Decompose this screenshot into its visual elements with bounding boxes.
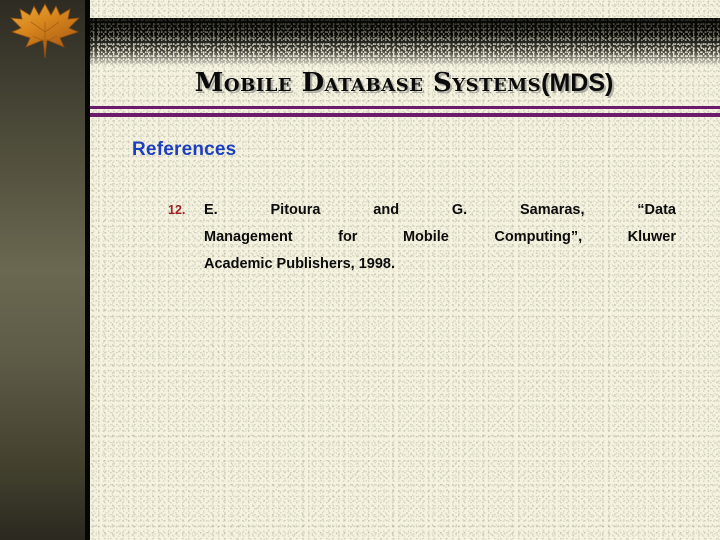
sidebar-panel [0,0,85,540]
divider-rule-upper [88,106,720,109]
maple-leaf-icon [8,2,82,60]
reference-line-1: E. Pitoura and G. Samaras, “Data [204,202,676,218]
presentation-slide: Mobile Database Systems(MDS) References … [0,0,720,540]
slide-title: Mobile Database Systems(MDS) [88,66,720,100]
reference-line-2: Management for Mobile Computing”, Kluwer [204,229,676,245]
slide-content: References 12. E. Pitoura and G. Samaras… [90,117,720,540]
section-heading-references: References [132,139,237,160]
reference-line-3: Academic Publishers, 1998. [204,256,396,272]
divider-rule-lower [88,113,720,117]
header-texture-band [88,18,720,64]
sidebar-edge-divider [85,0,90,540]
list-item: 12. E. Pitoura and G. Samaras, “Data Man… [168,197,676,278]
reference-list: 12. E. Pitoura and G. Samaras, “Data Man… [168,197,676,278]
reference-number: 12. [168,203,186,217]
slide-title-main: Mobile Database Systems [194,68,542,98]
slide-title-tail: (MDS) [541,69,614,97]
